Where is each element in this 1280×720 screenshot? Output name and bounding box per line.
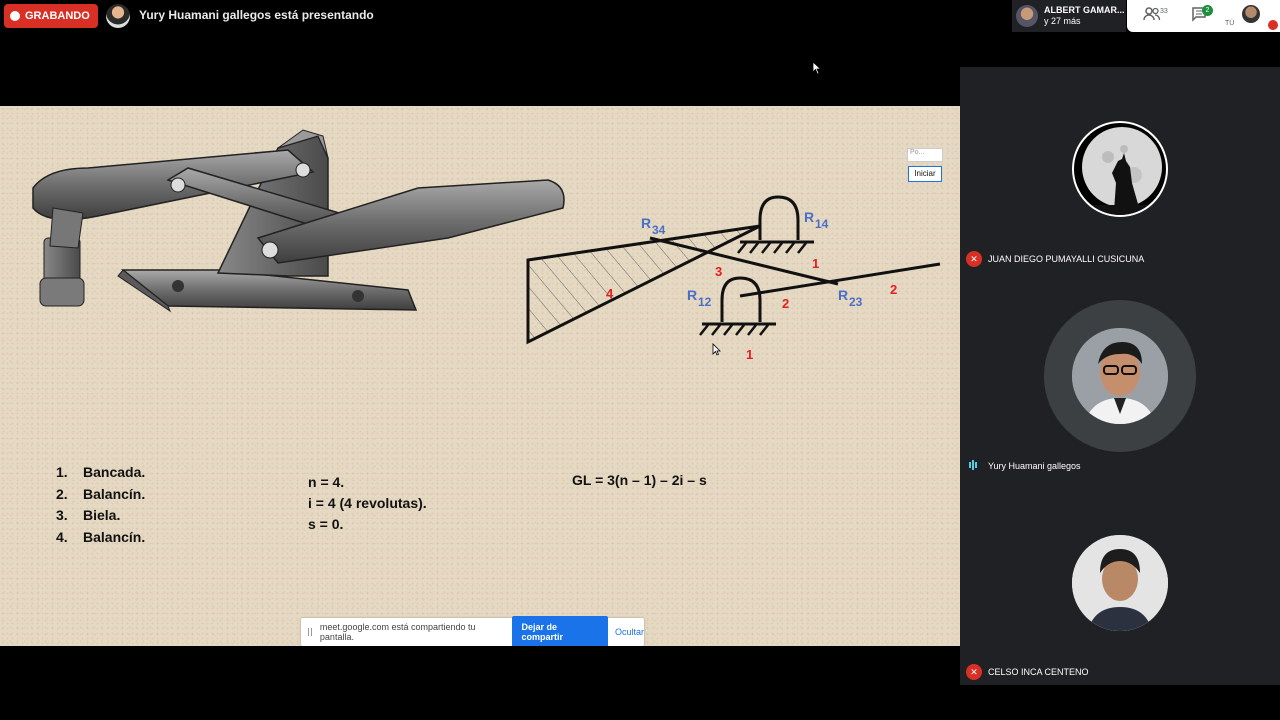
screen-share-bar: meet.google.com está compartiendo tu pan…	[301, 616, 644, 646]
record-dot-icon	[10, 11, 20, 21]
avatar	[1016, 5, 1038, 27]
gruebler-formula: GL = 3(n – 1) – 2i – s	[572, 472, 707, 488]
label-r23-sub: 23	[849, 295, 863, 309]
list-item: 3. Biela.	[56, 507, 121, 523]
avatar	[1072, 535, 1168, 631]
mic-off-icon: ✕	[966, 251, 982, 267]
recording-badge: GRABANDO	[4, 4, 98, 28]
self-avatar[interactable]	[1242, 5, 1260, 23]
avatar	[1072, 328, 1168, 424]
chat-count-badge: 2	[1202, 5, 1213, 16]
speaking-indicator-icon	[969, 460, 979, 470]
label-r14-sub: 14	[815, 217, 829, 231]
label-link-3: 3	[715, 264, 722, 279]
chip-name: ALBERT GAMAR...	[1044, 5, 1125, 15]
participants-chip[interactable]: ALBERT GAMAR... y 27 más	[1012, 0, 1126, 32]
list-item: 4. Balancín.	[56, 528, 146, 545]
param-i: i = 4 (4 revolutas).	[308, 495, 427, 511]
label-r12-sub: 12	[698, 295, 712, 309]
avatar	[1072, 121, 1168, 217]
mic-off-icon	[1268, 20, 1278, 30]
kinematic-diagram: R 34 R 14 R 12 R 23 1 1 2 2 3 4	[526, 195, 941, 362]
label-link-4: 4	[606, 286, 614, 301]
recording-label: GRABANDO	[25, 10, 90, 22]
list-item: 2. Balancín.	[56, 485, 146, 502]
mini-control-panel: Po... Iniciar	[907, 148, 943, 182]
presenter-avatar	[106, 4, 130, 28]
cursor-icon	[812, 61, 822, 75]
participant-name: Yury Huamani gallegos	[988, 461, 1081, 471]
cursor-icon	[712, 343, 721, 356]
label-r23: R	[838, 287, 848, 303]
mechanism-parameters: n = 4. i = 4 (4 revolutas). s = 0.	[308, 472, 427, 535]
toggle-clamp-illustration	[32, 129, 565, 313]
list-item: 1. Bancada.	[56, 464, 146, 480]
drag-handle-icon[interactable]	[308, 628, 312, 636]
label-link-1a: 1	[812, 256, 819, 271]
chip-more: y 27 más	[1044, 16, 1081, 26]
stop-sharing-button[interactable]: Dejar de compartir	[511, 616, 608, 646]
top-bar: GRABANDO Yury Huamani gallegos está pres…	[0, 0, 1280, 32]
label-r34: R	[641, 215, 651, 231]
param-n: n = 4.	[308, 474, 345, 490]
start-button[interactable]: Iniciar	[908, 166, 942, 182]
participants-panel: ✕ JUAN DIEGO PUMAYALLI CUSICUNA Yury Hua…	[960, 67, 1280, 685]
participant-name: JUAN DIEGO PUMAYALLI CUSICUNA	[988, 254, 1145, 264]
hide-button[interactable]: Ocultar	[615, 627, 644, 637]
label-link-2b: 2	[890, 282, 897, 297]
people-icon[interactable]	[1143, 6, 1161, 25]
share-text: meet.google.com está compartiendo tu pan…	[319, 622, 476, 642]
link-list: 1. Bancada. 2. Balancín. 3. Biela. 4. Balanc…	[56, 462, 145, 548]
label-link-2a: 2	[782, 296, 789, 311]
label-link-1b: 1	[746, 347, 753, 362]
mic-off-icon: ✕	[966, 664, 982, 680]
self-label: TÚ	[1225, 20, 1235, 27]
param-s: s = 0.	[308, 516, 344, 532]
participant-name: CELSO INCA CENTENO	[988, 667, 1089, 677]
label-r14: R	[804, 209, 814, 225]
shared-screen: R 34 R 14 R 12 R 23 1 1 2 2 3 4 Po... In…	[0, 106, 960, 646]
label-r12: R	[687, 287, 697, 303]
wolf-moon-icon	[1074, 127, 1166, 215]
participants-count: 33	[1160, 8, 1168, 15]
mini-input[interactable]: Po...	[907, 148, 943, 162]
presenting-text: Yury Huamani gallegos está presentando	[139, 8, 374, 22]
label-r34-sub: 34	[652, 223, 666, 237]
